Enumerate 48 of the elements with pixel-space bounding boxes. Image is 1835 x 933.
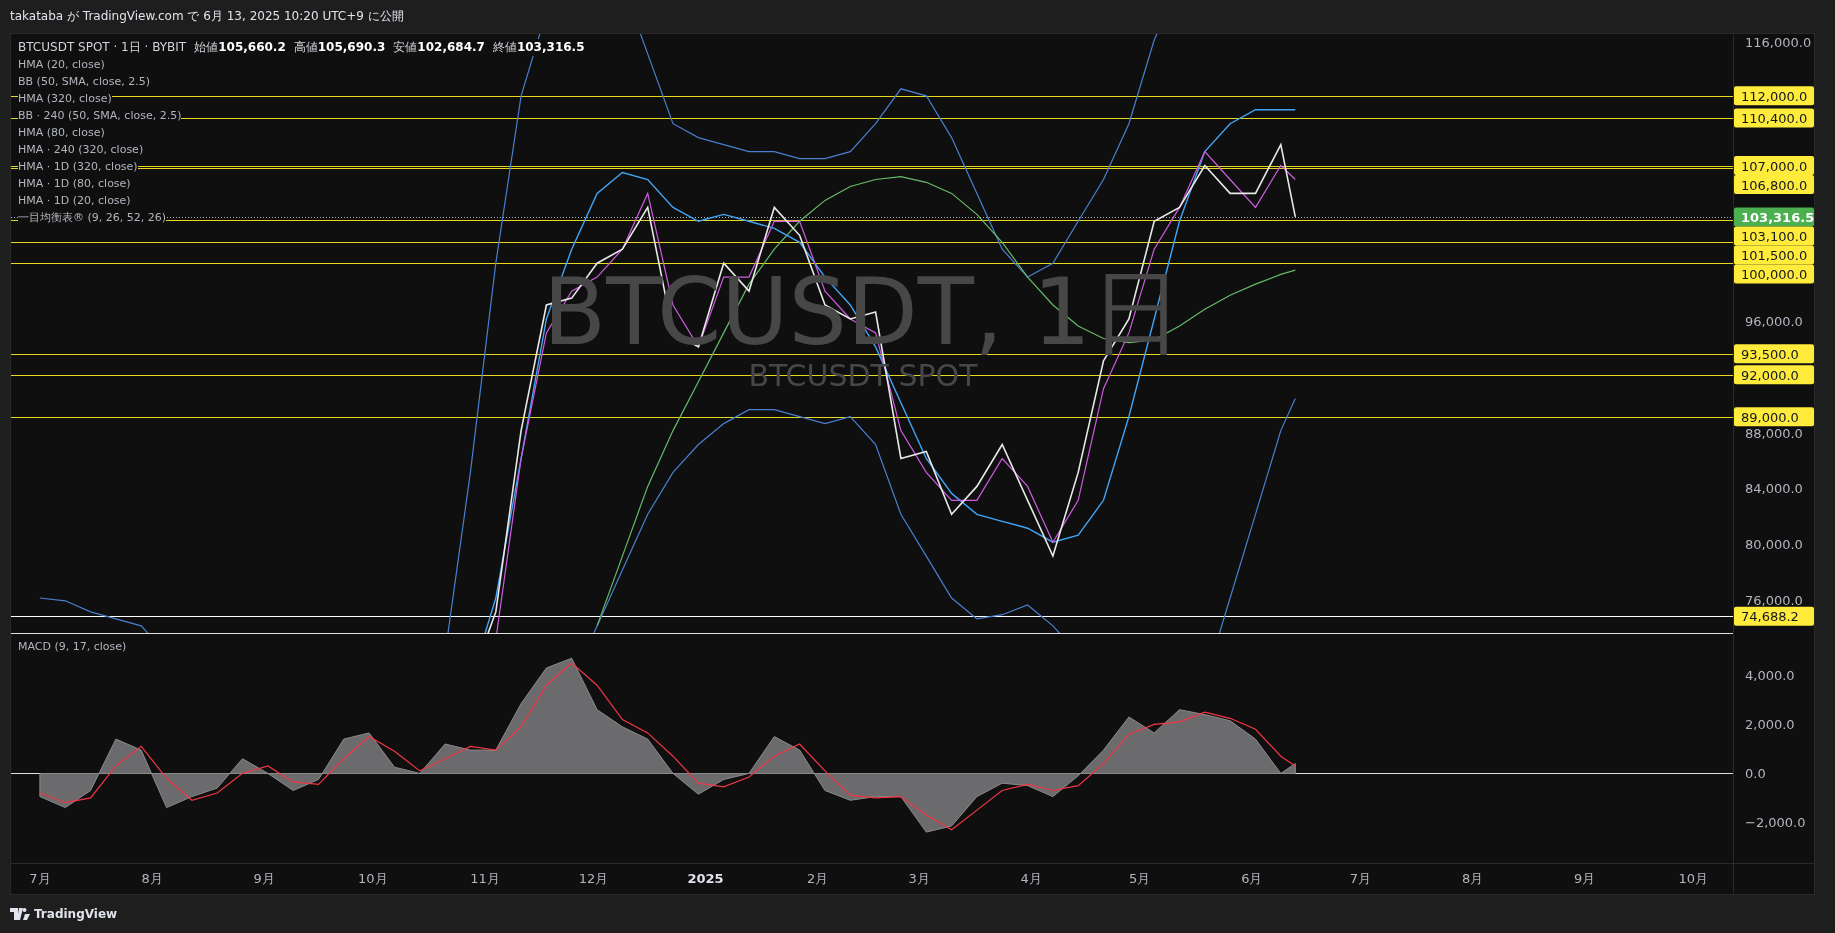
time-axis-label: 12月 xyxy=(578,871,609,886)
price-label: 106,800.0 xyxy=(1734,175,1814,195)
macd-axis-label: 4,000.0 xyxy=(1745,668,1795,684)
time-axis-label: 5月 xyxy=(1129,871,1151,886)
price-label: 103,100.0 xyxy=(1734,226,1814,246)
logo-icon xyxy=(10,908,30,920)
ohlc-value: 高値105,690.3 xyxy=(293,39,386,56)
price-axis-label: 76,000.0 xyxy=(1745,593,1803,608)
time-axis-label: 8月 xyxy=(1461,871,1484,886)
price-axis-label: 88,000.0 xyxy=(1745,425,1803,441)
price-axis-label: 96,000.0 xyxy=(1745,314,1803,329)
time-axis-label: 9月 xyxy=(253,871,275,886)
indicator-legend: 一目均衡表® (9, 26, 52, 26) xyxy=(18,209,167,226)
macd-axis-label: 2,000.0 xyxy=(1745,717,1795,733)
price-axis-label: 84,000.0 xyxy=(1745,481,1803,497)
time-axis-label: 4月 xyxy=(1020,871,1042,886)
macd-axis-label: −2,000.0 xyxy=(1745,815,1806,831)
price-label: 100,000.0 xyxy=(1734,264,1814,284)
price-label: 103,316.5 xyxy=(1734,207,1814,227)
ohlc-value: 終値103,316.5 xyxy=(492,39,585,56)
time-axis-label: 7月 xyxy=(29,871,51,886)
price-label: 92,000.0 xyxy=(1734,365,1814,385)
publish-caption: takataba が TradingView.com で 6月 13, 2025 10:20 UTC+9 に公開 xyxy=(10,8,404,25)
price-label: 110,400.0 xyxy=(1734,108,1814,128)
brand-name: TradingView xyxy=(34,907,118,921)
time-axis-label: 2月 xyxy=(807,871,829,886)
macd-axis-label: 0.0 xyxy=(1745,766,1766,782)
price-label: 112,000.0 xyxy=(1734,86,1814,106)
symbol-title: BTCUSDT SPOT · 1日 · BYBIT xyxy=(18,39,187,56)
time-axis-label: 10月 xyxy=(358,871,388,886)
ohlc-value: 始値105,660.2 xyxy=(194,39,286,56)
price-label: 93,500.0 xyxy=(1734,344,1814,364)
time-axis-label: 2025 xyxy=(687,871,724,886)
price-label: 74,688.2 xyxy=(1734,606,1814,626)
ohlc-value: 安値102,684.7 xyxy=(393,39,485,56)
price-axis-label: 116,000.0 xyxy=(1745,35,1812,50)
time-axis-label: 10月 xyxy=(1678,871,1708,886)
time-axis-label: 11月 xyxy=(470,871,500,886)
time-axis-label: 3月 xyxy=(908,871,930,886)
time-axis-label: 8月 xyxy=(141,871,163,886)
price-label: 107,000.0 xyxy=(1734,156,1814,176)
time-axis-label: 9月 xyxy=(1574,871,1596,886)
price-axis-label: 80,000.0 xyxy=(1745,537,1803,553)
indicator-legend: MACD (9, 17, close) xyxy=(18,640,127,653)
price-label: 101,500.0 xyxy=(1734,245,1814,265)
price-label: 89,000.0 xyxy=(1734,407,1814,427)
time-axis-label: 7月 xyxy=(1349,871,1371,886)
time-axis-label: 6月 xyxy=(1241,871,1263,886)
